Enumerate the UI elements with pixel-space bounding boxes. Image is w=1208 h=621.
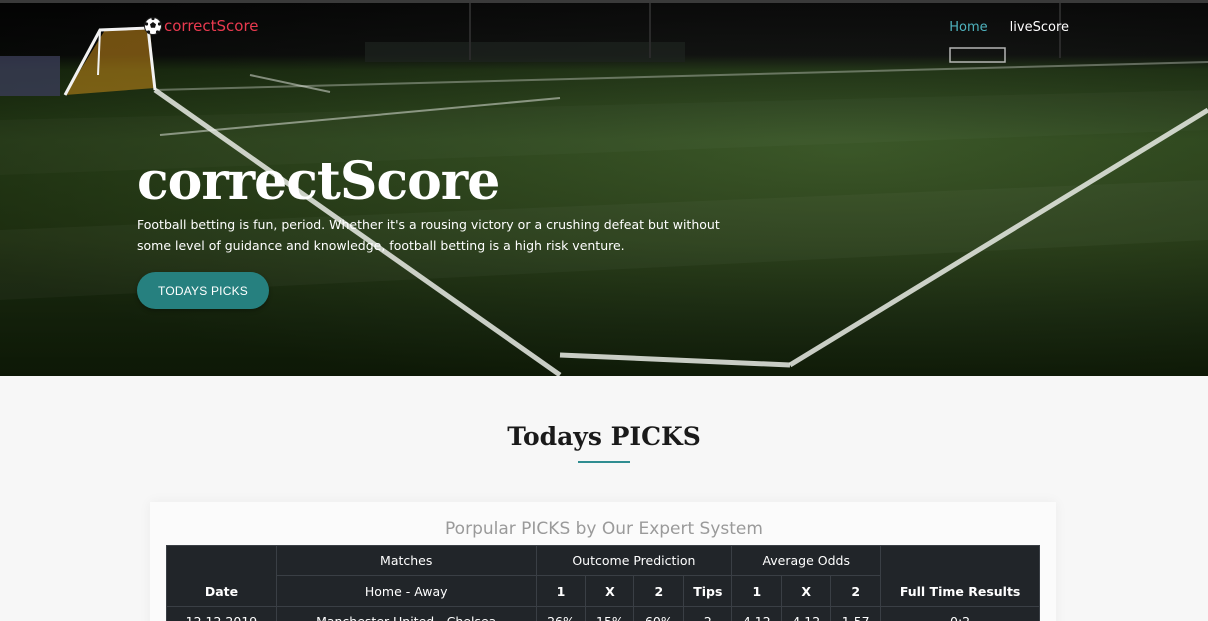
soccer-ball-icon <box>144 16 162 35</box>
main-nav: Home liveScore <box>949 20 1069 35</box>
brand-name: correctScore <box>164 17 259 35</box>
cell-match: Manchester United - Chelsea <box>275 606 537 621</box>
header-tips: Tips <box>683 575 733 607</box>
cell-tips: 2 <box>683 606 733 621</box>
hero-title: correctScore <box>137 151 500 212</box>
header-home-away: Home - Away <box>275 575 537 607</box>
cell-prob-x: 15% <box>585 606 635 621</box>
header-matches: Matches <box>275 545 537 576</box>
header-odds-2: 2 <box>830 575 882 607</box>
hero-description: Football betting is fun, period. Whether… <box>137 217 720 253</box>
card-title: Porpular PICKS by Our Expert System <box>445 519 763 539</box>
title-underline <box>578 461 630 463</box>
cell-date: 12.12.2019 <box>166 606 277 621</box>
cell-result: 0:2 <box>880 606 1040 621</box>
cell-prob-2: 60% <box>633 606 685 621</box>
header-average-odds: Average Odds <box>731 545 882 576</box>
header-odds-1: 1 <box>731 575 783 607</box>
header-full-time-results: Full Time Results <box>880 545 1040 607</box>
cell-odds-2: 1.57 <box>830 606 882 621</box>
nav-livescore-link[interactable]: liveScore <box>1010 20 1069 35</box>
cell-odds-x: 4.12 <box>781 606 832 621</box>
header-outcome-1: 1 <box>535 575 587 607</box>
cell-odds-1: 4.12 <box>731 606 783 621</box>
header-outcome-2: 2 <box>633 575 685 607</box>
brand-logo[interactable]: correctScore <box>143 16 259 36</box>
section-title: Todays PICKS <box>507 422 701 451</box>
picks-table: Date Matches Outcome Prediction Average … <box>166 545 1040 621</box>
cell-prob-1: 26% <box>535 606 587 621</box>
todays-picks-button[interactable]: TODAYS PICKS <box>137 272 269 309</box>
table-row: 12.12.2019 Manchester United - Chelsea 2… <box>166 606 1040 621</box>
nav-home-link[interactable]: Home <box>949 20 987 35</box>
header-date: Date <box>166 545 277 607</box>
header-odds-x: X <box>781 575 832 607</box>
header-outcome-prediction: Outcome Prediction <box>535 545 733 576</box>
hero-content: correctScore Football betting is fun, pe… <box>137 152 757 256</box>
header-outcome-x: X <box>585 575 635 607</box>
top-border <box>0 0 1208 3</box>
